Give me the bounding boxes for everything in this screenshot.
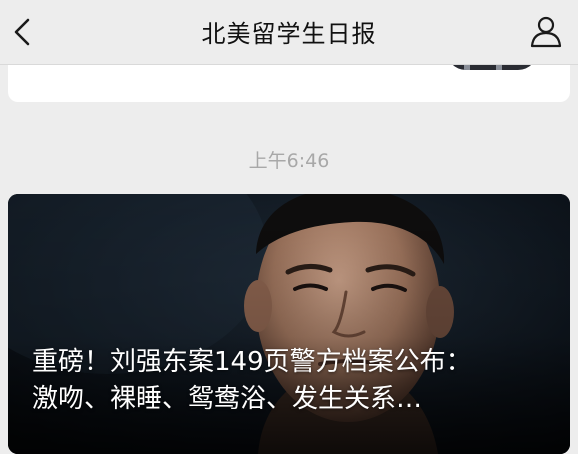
person-icon bbox=[530, 16, 562, 48]
article-title-line: 激吻、裸睡、鸳鸯浴、发生关系… bbox=[32, 384, 423, 414]
profile-button[interactable] bbox=[526, 12, 566, 52]
message-timestamp: 上午6:46 bbox=[248, 150, 330, 172]
page-title: 北美留学生日报 bbox=[201, 20, 377, 48]
navigation-bar: 北美留学生日报 bbox=[0, 0, 578, 65]
article-title[interactable]: 重磅！刘强东案149页警方档案公布： 激吻、裸睡、鸳鸯浴、发生关系… bbox=[32, 344, 552, 418]
article-title-line: 重磅！刘强东案149页警方档案公布： bbox=[32, 347, 472, 377]
